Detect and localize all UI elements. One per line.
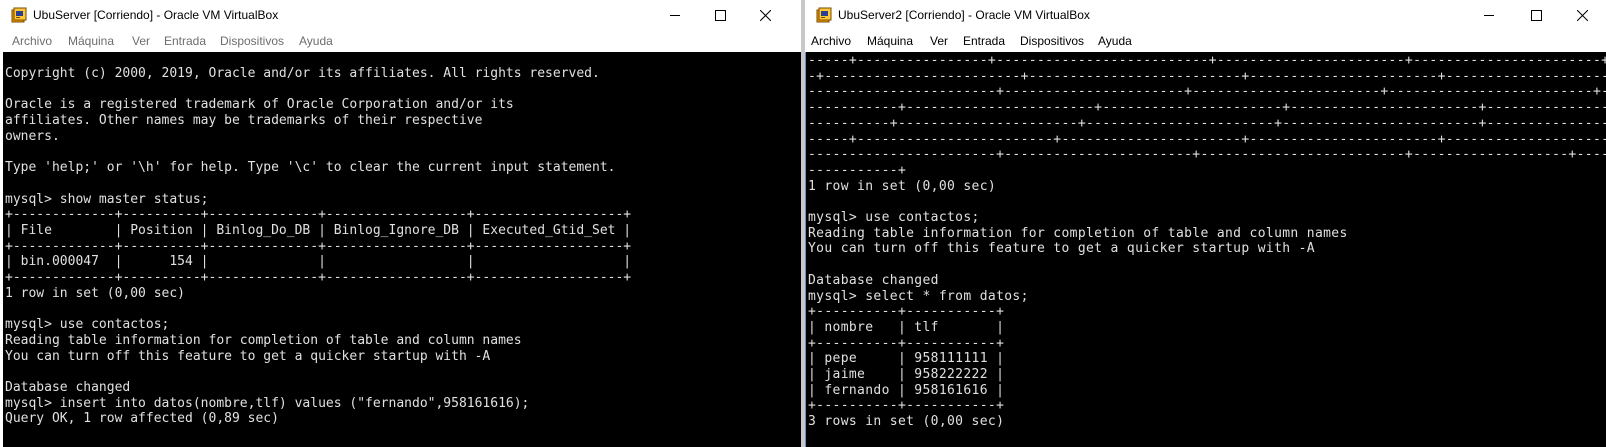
window-title: UbuServer2 [Corriendo] - Oracle VM Virtu… — [838, 8, 1090, 22]
menu-dispositivos[interactable]: Dispositivos — [1020, 33, 1084, 49]
close-button[interactable] — [1560, 0, 1604, 30]
minimize-button[interactable] — [653, 0, 697, 30]
minimize-icon — [1484, 15, 1494, 16]
menu-dispositivos[interactable]: Dispositivos — [220, 33, 284, 49]
menu-ayuda[interactable]: Ayuda — [1098, 33, 1132, 49]
virtualbox-icon — [11, 7, 27, 23]
terminal-output: Copyright (c) 2000, 2019, Oracle and/or … — [5, 66, 632, 427]
menu-bar: Archivo Máquina Ver Entrada Dispositivos… — [0, 30, 801, 52]
menu-archivo[interactable]: Archivo — [12, 33, 52, 49]
maximize-button[interactable] — [698, 0, 742, 30]
vm-console-screen[interactable]: -----+----------------+-----------------… — [805, 52, 1606, 447]
menu-maquina[interactable]: Máquina — [867, 33, 913, 49]
menu-ver[interactable]: Ver — [132, 33, 150, 49]
minimize-icon — [670, 15, 680, 16]
virtualbox-icon — [816, 7, 832, 23]
vm-window-ubuserver[interactable]: UbuServer [Corriendo] - Oracle VM Virtua… — [0, 0, 801, 447]
maximize-icon — [1531, 10, 1542, 21]
minimize-button[interactable] — [1467, 0, 1511, 30]
menu-ayuda[interactable]: Ayuda — [299, 33, 333, 49]
terminal-output: -----+----------------+-----------------… — [808, 53, 1606, 430]
title-bar[interactable]: UbuServer [Corriendo] - Oracle VM Virtua… — [0, 0, 801, 30]
maximize-button[interactable] — [1514, 0, 1558, 30]
menu-maquina[interactable]: Máquina — [68, 33, 114, 49]
menu-bar: Archivo Máquina Ver Entrada Dispositivos… — [805, 30, 1606, 52]
menu-ver[interactable]: Ver — [930, 33, 948, 49]
vm-window-ubuserver2[interactable]: UbuServer2 [Corriendo] - Oracle VM Virtu… — [805, 0, 1606, 447]
menu-archivo[interactable]: Archivo — [811, 33, 851, 49]
maximize-icon — [715, 10, 726, 21]
title-bar[interactable]: UbuServer2 [Corriendo] - Oracle VM Virtu… — [805, 0, 1606, 30]
vm-console-screen[interactable]: Copyright (c) 2000, 2019, Oracle and/or … — [3, 52, 801, 447]
menu-entrada[interactable]: Entrada — [963, 33, 1005, 49]
menu-entrada[interactable]: Entrada — [164, 33, 206, 49]
close-icon — [1577, 10, 1588, 21]
close-button[interactable] — [743, 0, 787, 30]
close-icon — [760, 10, 771, 21]
window-title: UbuServer [Corriendo] - Oracle VM Virtua… — [33, 8, 279, 22]
